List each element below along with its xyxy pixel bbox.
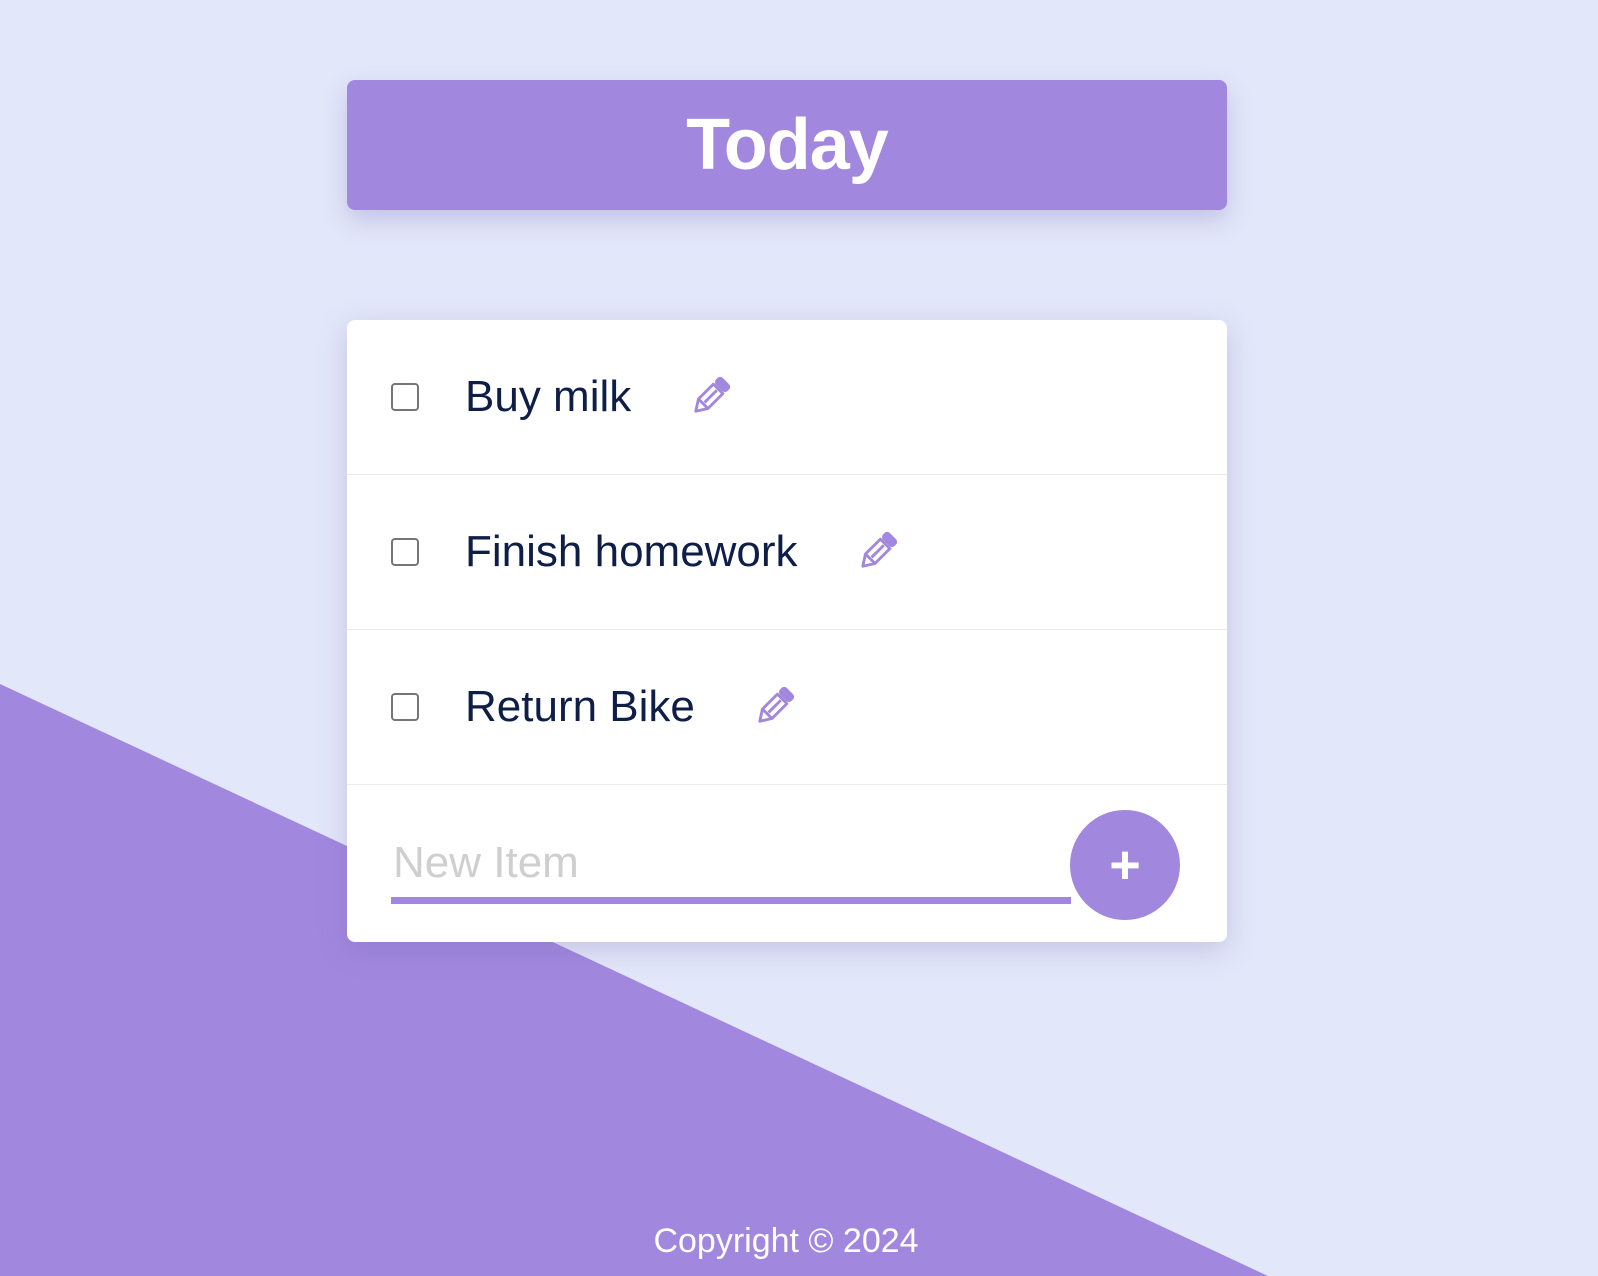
- todo-checkbox[interactable]: [391, 538, 419, 566]
- heading-box: Today: [347, 80, 1227, 210]
- pencil-icon[interactable]: [751, 684, 797, 730]
- add-item-button[interactable]: +: [1070, 810, 1180, 920]
- pencil-icon[interactable]: [687, 374, 733, 420]
- page-title: Today: [686, 105, 889, 185]
- todo-checkbox[interactable]: [391, 693, 419, 721]
- todo-item-buy-milk: Buy milk: [347, 320, 1227, 475]
- new-item-row: +: [347, 785, 1227, 940]
- todo-item-label: Buy milk: [465, 372, 632, 421]
- todo-item-finish-homework: Finish homework: [347, 475, 1227, 630]
- todo-item-return-bike: Return Bike: [347, 630, 1227, 785]
- todo-checkbox[interactable]: [391, 383, 419, 411]
- todo-item-label: Finish homework: [465, 527, 798, 576]
- pencil-icon[interactable]: [854, 529, 900, 575]
- footer-copyright: Copyright © 2024: [653, 1222, 919, 1260]
- todo-item-label: Return Bike: [465, 682, 695, 731]
- new-item-input[interactable]: [391, 829, 1071, 904]
- todo-card: Buy milk Finish homework Return Bike New…: [347, 320, 1227, 942]
